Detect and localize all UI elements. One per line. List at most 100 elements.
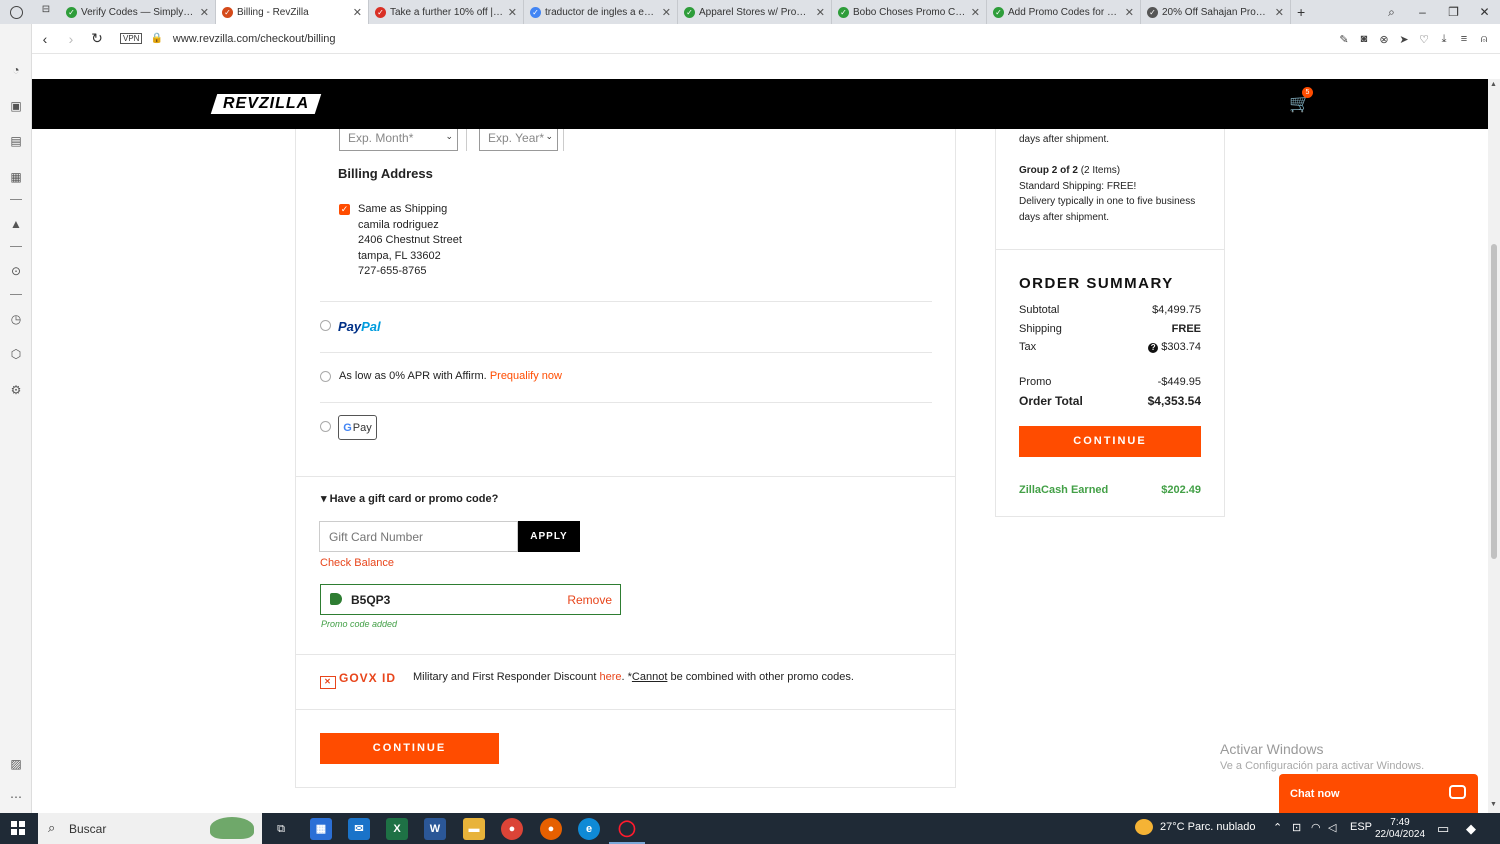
scroll-up-icon[interactable]: ▲ [1490, 81, 1497, 88]
tiktok-icon[interactable]: ▦ [8, 169, 24, 185]
page-scrollbar[interactable]: ▲ ▼ [1488, 79, 1500, 813]
taskbar-search[interactable]: ⌕ Buscar [38, 813, 262, 844]
close-window-icon[interactable]: ✕ [1469, 5, 1500, 19]
mail-icon[interactable]: ✉ [348, 818, 370, 840]
store-icon[interactable]: ▦ [310, 818, 332, 840]
browser-tab[interactable]: ✓ 20% Off Sahajan Promo Co ✕ [1141, 0, 1291, 24]
word-icon[interactable]: W [424, 818, 446, 840]
aria-icon[interactable]: ▲ [8, 216, 24, 232]
scroll-thumb[interactable] [1491, 244, 1497, 559]
browser-tab[interactable]: ✓ traductor de ingles a españo ✕ [524, 0, 678, 24]
new-tab-button[interactable]: + [1291, 0, 1311, 24]
weather-icon[interactable] [1135, 819, 1153, 835]
tab-close-icon[interactable]: ✕ [1125, 6, 1134, 19]
forward-icon[interactable]: › [58, 31, 84, 47]
gpay-radio[interactable] [320, 421, 331, 432]
gallery-icon[interactable]: ▨ [8, 756, 24, 772]
apply-button[interactable]: APPLY [518, 521, 580, 552]
paypal-logo[interactable]: PayPal [338, 319, 381, 334]
more-icon[interactable]: ⋯ [8, 789, 24, 805]
promo-code-toggle[interactable]: ▾ Have a gift card or promo code? [321, 492, 498, 505]
edit-icon[interactable]: ✎ [1334, 33, 1354, 46]
copilot-icon[interactable]: ◆ [1466, 821, 1476, 837]
tab-close-icon[interactable]: ✕ [816, 6, 825, 19]
history-icon[interactable]: ◷ [8, 311, 24, 327]
task-view-icon[interactable]: ⧉ [270, 818, 292, 840]
browser-tab[interactable]: ✓ Verify Codes — SimplyCodes ✕ [60, 0, 216, 24]
chat-now-button[interactable]: Chat now [1279, 774, 1478, 813]
minimize-icon[interactable]: – [1407, 5, 1438, 19]
opera-logo-icon[interactable] [0, 0, 32, 24]
exp-month-select[interactable]: Exp. Month* ⌄ [339, 129, 458, 151]
notifications-icon[interactable]: ▭ [1437, 821, 1449, 837]
edge-icon[interactable]: e [578, 818, 600, 840]
tab-close-icon[interactable]: ✕ [971, 6, 980, 19]
tray-chevron-icon[interactable]: ⌃ [1273, 821, 1282, 834]
vpn-badge[interactable]: VPN [120, 33, 143, 44]
remove-promo-link[interactable]: Remove [567, 593, 612, 607]
file-explorer-icon[interactable]: ▬ [463, 818, 485, 840]
shield-icon[interactable]: ⊗ [1374, 33, 1394, 46]
google-pay-logo[interactable]: G Pay [338, 415, 377, 440]
wifi-icon[interactable]: ◠ [1311, 821, 1321, 834]
question-icon[interactable]: ? [1148, 343, 1159, 353]
tab-search-icon[interactable]: ⌕ [1376, 5, 1407, 20]
gift-card-input[interactable] [319, 521, 518, 552]
opera-icon[interactable]: ◯ [616, 818, 638, 840]
workspaces-icon[interactable]: ⊟ [36, 4, 56, 20]
same-as-shipping-checkbox[interactable]: ✓ [339, 204, 350, 215]
prequalify-link[interactable]: Prequalify now [490, 370, 562, 382]
back-icon[interactable]: ‹ [32, 31, 58, 47]
tab-close-icon[interactable]: ✕ [508, 6, 517, 19]
revzilla-logo[interactable]: REVZILLA [210, 94, 322, 114]
restore-icon[interactable]: ❐ [1438, 5, 1469, 19]
network-icon[interactable]: ⊡ [1292, 821, 1301, 834]
download-icon[interactable]: ⤓ [1434, 33, 1454, 46]
settings-gear-icon[interactable]: ⚙ [8, 382, 24, 398]
speed-dial-icon[interactable]: ◔ [8, 62, 24, 78]
language-indicator[interactable]: ESP [1350, 821, 1372, 833]
check-balance-link[interactable]: Check Balance [320, 557, 394, 569]
firefox-icon[interactable]: ● [540, 818, 562, 840]
affirm-radio[interactable] [320, 371, 331, 382]
address-line: 727-655-8765 [358, 265, 427, 277]
heart-icon[interactable]: ♡ [1414, 33, 1434, 46]
reload-icon[interactable]: ↻ [84, 30, 110, 47]
weather-text[interactable]: 27°C Parc. nublado [1160, 821, 1256, 833]
tab-close-icon[interactable]: ✕ [662, 6, 671, 19]
govx-discount-text: Military and First Responder Discount he… [413, 671, 854, 683]
scroll-down-icon[interactable]: ▼ [1490, 801, 1497, 808]
tab-close-icon[interactable]: ✕ [200, 6, 209, 19]
taskbar-clock[interactable]: 7:49 22/04/2024 [1373, 817, 1427, 841]
browser-tab[interactable]: ✓ Add Promo Codes for Coco ✕ [987, 0, 1141, 24]
windows-start-icon[interactable] [11, 821, 25, 835]
same-as-shipping-label[interactable]: Same as Shipping [358, 203, 447, 215]
govx-here-link[interactable]: here [599, 671, 621, 683]
tab-close-icon[interactable]: ✕ [353, 6, 362, 19]
order-summary-panel: ORDER SUMMARY Subtotal $4,499.75 Shipping… [995, 249, 1225, 517]
volume-icon[interactable]: ◁ [1328, 821, 1336, 834]
lock-icon[interactable]: 🔒 [150, 33, 162, 44]
subtotal-row: Subtotal $4,499.75 [1019, 304, 1201, 316]
browser-tab[interactable]: ✓ Take a further 10% off | Fin ✕ [369, 0, 524, 24]
summary-continue-button[interactable]: CONTINUE [1019, 426, 1201, 457]
continue-button[interactable]: CONTINUE [320, 733, 499, 764]
tab-close-icon[interactable]: ✕ [1275, 6, 1284, 19]
paypal-radio[interactable] [320, 320, 331, 331]
twitch-icon[interactable]: ▤ [8, 133, 24, 149]
chrome-icon[interactable]: ● [501, 818, 523, 840]
exp-year-select[interactable]: Exp. Year* ⌄ [479, 129, 558, 151]
browser-tab[interactable]: ✓ Billing - RevZilla ✕ [216, 0, 369, 24]
send-icon[interactable]: ➤ [1394, 33, 1414, 46]
excel-icon[interactable]: X [386, 818, 408, 840]
extensions-icon[interactable]: ⬡ [8, 346, 24, 362]
url-field[interactable]: www.revzilla.com/checkout/billing [173, 33, 336, 45]
address-line: camila rodriguez [358, 219, 439, 231]
browser-tab[interactable]: ✓ Apparel Stores w/ Promo C ✕ [678, 0, 832, 24]
shopping-icon[interactable]: ▣ [8, 98, 24, 114]
camera-icon[interactable]: ◙ [1354, 33, 1374, 45]
browser-tab[interactable]: ✓ Bobo Choses Promo Codes ✕ [832, 0, 987, 24]
player-icon[interactable]: ⊙ [8, 263, 24, 279]
profile-icon[interactable]: ⍝ [1474, 33, 1494, 46]
menu-icon[interactable]: ≡ [1454, 33, 1474, 45]
